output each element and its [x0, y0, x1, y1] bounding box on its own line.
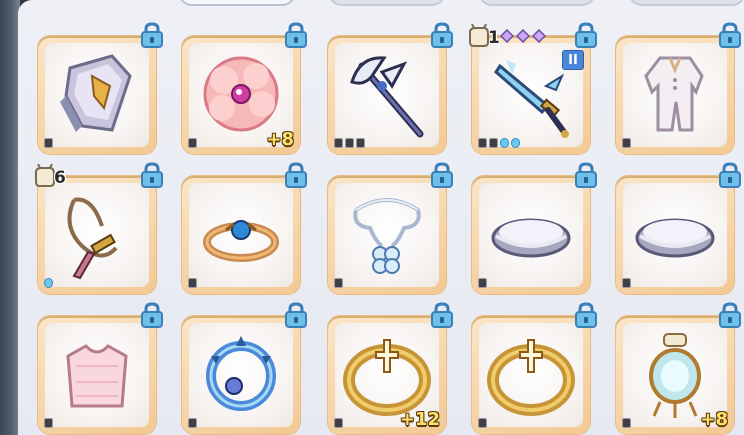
item-slot-r3c2[interactable]	[182, 302, 307, 434]
enchant-slot-icon	[44, 278, 53, 288]
item-slot-r2c3[interactable]	[328, 162, 453, 294]
lock-icon[interactable]	[430, 22, 454, 48]
card-slot-indicators	[44, 278, 53, 288]
crystal-shield-icon	[52, 46, 142, 142]
card-slot-icon	[356, 138, 365, 148]
card-slot-icon	[489, 138, 498, 148]
bag-badge: 1	[466, 23, 500, 52]
star-rating	[499, 28, 547, 47]
lantern-charm-icon	[630, 326, 720, 422]
lock-icon[interactable]	[574, 162, 598, 188]
card-slot-indicators	[188, 418, 197, 428]
lock-icon[interactable]	[574, 22, 598, 48]
lock-icon[interactable]	[430, 302, 454, 328]
card-slot-indicators	[478, 278, 487, 288]
diamond-icon	[499, 28, 515, 47]
gold-cross-ring-icon	[342, 326, 432, 422]
card-slot-indicators	[622, 138, 631, 148]
inventory-panel: +8 1 II 6 +12 +8	[18, 0, 744, 435]
lock-icon[interactable]	[718, 302, 742, 328]
lock-icon[interactable]	[140, 302, 164, 328]
item-slot-r1c4[interactable]: 1 II	[469, 22, 597, 154]
item-slot-r3c4[interactable]	[472, 302, 597, 434]
item-slot-r1c3[interactable]	[328, 22, 453, 154]
gold-cross-ring-icon	[486, 326, 576, 422]
card-slot-indicators	[478, 418, 487, 428]
lock-icon[interactable]	[284, 22, 308, 48]
item-slot-r2c5[interactable]	[616, 162, 741, 294]
silver-bracelet-icon	[486, 186, 576, 282]
silver-bracelet-icon	[630, 186, 720, 282]
tab-equipment[interactable]	[178, 0, 296, 6]
lock-icon[interactable]	[718, 22, 742, 48]
clover-necklace-icon	[342, 186, 432, 282]
card-slot-icon	[188, 418, 197, 428]
diamond-icon	[531, 28, 547, 47]
item-slot-r3c1[interactable]	[38, 302, 163, 434]
refine-level: +8	[266, 129, 294, 150]
pink-garment-icon	[52, 326, 142, 422]
card-slot-icon	[622, 138, 631, 148]
item-slot-r2c4[interactable]	[472, 162, 597, 294]
tab-bar	[18, 0, 744, 10]
card-slot-icon	[188, 278, 197, 288]
card-slot-icon	[44, 138, 53, 148]
refine-level: +8	[700, 409, 728, 430]
lock-icon[interactable]	[718, 162, 742, 188]
bag-badge: 6	[32, 163, 66, 192]
lock-icon[interactable]	[284, 302, 308, 328]
card-slot-indicators	[188, 138, 197, 148]
card-slot-icon	[188, 138, 197, 148]
diamond-icon	[515, 28, 531, 47]
pink-flower-hat-icon	[196, 46, 286, 142]
item-slot-r1c5[interactable]	[616, 22, 741, 154]
tier-badge: II	[562, 50, 584, 70]
lock-icon[interactable]	[140, 162, 164, 188]
lock-icon[interactable]	[430, 162, 454, 188]
blue-spiked-ring-icon	[196, 326, 286, 422]
background-strip	[0, 0, 20, 435]
dagger-amulet-icon	[52, 186, 142, 282]
card-slot-indicators	[188, 278, 197, 288]
enchant-slot-icon	[500, 138, 509, 148]
card-slot-indicators	[622, 278, 631, 288]
card-slot-icon	[478, 278, 487, 288]
card-slot-icon	[478, 418, 487, 428]
refine-level: +12	[399, 409, 440, 430]
gem-ring-icon	[196, 186, 286, 282]
card-slot-indicators	[334, 278, 343, 288]
item-slot-r3c3[interactable]: +12	[328, 302, 453, 434]
item-slot-r1c1[interactable]	[38, 22, 163, 154]
item-slot-r2c2[interactable]	[182, 162, 307, 294]
lock-icon[interactable]	[140, 22, 164, 48]
lock-icon[interactable]	[574, 302, 598, 328]
card-slot-indicators	[44, 138, 53, 148]
enchant-slot-icon	[511, 138, 520, 148]
white-suit-armor-icon	[630, 46, 720, 142]
card-slot-icon	[334, 278, 343, 288]
halberd-weapon-icon	[342, 46, 432, 142]
item-slot-r2c1[interactable]: 6	[35, 162, 163, 294]
card-slot-icon	[622, 418, 631, 428]
card-slot-indicators	[478, 138, 520, 148]
card-slot-indicators	[44, 418, 53, 428]
tab-secondary[interactable]	[328, 0, 446, 6]
card-slot-icon	[622, 278, 631, 288]
bag-count: 6	[54, 168, 66, 188]
card-slot-icon	[478, 138, 487, 148]
card-slot-icon	[44, 418, 53, 428]
bag-count: 1	[488, 28, 500, 48]
lock-icon[interactable]	[284, 162, 308, 188]
card-slot-indicators	[622, 418, 631, 428]
card-slot-icon	[345, 138, 354, 148]
item-slot-r1c2[interactable]: +8	[182, 22, 307, 154]
card-slot-indicators	[334, 418, 343, 428]
item-slot-r3c5[interactable]: +8	[616, 302, 741, 434]
card-slot-icon	[334, 418, 343, 428]
tab-tertiary[interactable]	[478, 0, 596, 6]
tab-quaternary[interactable]	[628, 0, 744, 6]
card-slot-icon	[334, 138, 343, 148]
card-slot-indicators	[334, 138, 365, 148]
